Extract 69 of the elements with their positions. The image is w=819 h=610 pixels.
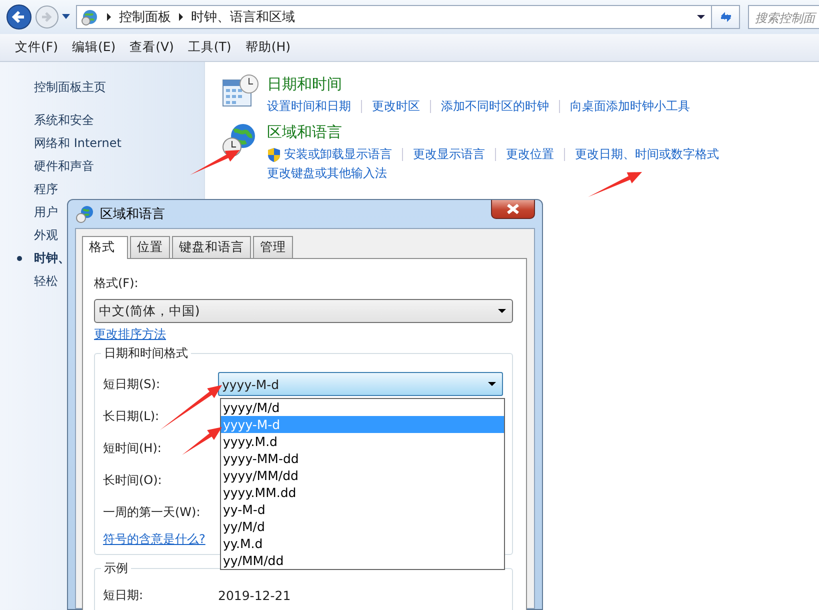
menu-item[interactable]: 工具(T) bbox=[180, 37, 238, 58]
menu-item[interactable]: 查看(V) bbox=[122, 37, 181, 58]
date-format-dropdown[interactable]: yyyy-M-d bbox=[218, 372, 503, 396]
dropdown-option[interactable]: yy/MM/dd bbox=[221, 552, 504, 569]
dropdown-option[interactable]: yy-M-d bbox=[221, 501, 504, 518]
sidebar-item[interactable]: 轻松 bbox=[34, 273, 58, 290]
dropdown-option[interactable]: yyyy.M.d bbox=[221, 433, 504, 450]
field-label: 短日期(S): bbox=[103, 376, 162, 392]
task-link[interactable]: 更改时区 bbox=[372, 98, 420, 115]
field-label: 长时间(O): bbox=[103, 472, 163, 488]
sidebar-item[interactable]: 程序 bbox=[34, 181, 58, 198]
search-field[interactable]: 搜索控制面 bbox=[748, 5, 819, 29]
task-link[interactable]: 设置时间和日期 bbox=[267, 98, 351, 115]
sidebar-item[interactable]: 控制面板主页 bbox=[34, 79, 106, 96]
tab[interactable]: 位置 bbox=[130, 236, 170, 258]
control-panel-icon bbox=[81, 8, 99, 26]
dropdown-option[interactable]: yyyy.MM.dd bbox=[221, 484, 504, 501]
task-link[interactable]: 更改显示语言 bbox=[413, 146, 485, 163]
sort-link[interactable]: 更改排序方法 bbox=[94, 326, 166, 343]
history-dropdown-icon[interactable] bbox=[62, 14, 70, 20]
help-link[interactable]: 符号的含意是什么? bbox=[103, 531, 206, 548]
bullet-icon bbox=[17, 256, 22, 261]
breadcrumb[interactable]: 控制面板 bbox=[119, 8, 171, 26]
back-button[interactable] bbox=[6, 4, 32, 30]
chevron-icon[interactable] bbox=[179, 13, 183, 21]
group-title: 示例 bbox=[101, 560, 131, 577]
task-link[interactable]: 更改日期、时间或数字格式 bbox=[575, 146, 719, 163]
tab[interactable]: 键盘和语言 bbox=[172, 236, 251, 258]
sidebar-item[interactable]: 网络和 Internet bbox=[34, 135, 122, 152]
close-icon bbox=[506, 204, 520, 214]
annotation-arrow bbox=[190, 150, 240, 175]
menu-item[interactable]: 帮助(H) bbox=[238, 37, 298, 58]
sidebar-item[interactable]: 时钟、 bbox=[34, 250, 70, 267]
breadcrumb[interactable]: 时钟、语言和区域 bbox=[191, 8, 295, 26]
dropdown-option[interactable]: yyyy/MM/dd bbox=[221, 467, 504, 484]
task-link[interactable]: 向桌面添加时钟小工具 bbox=[570, 98, 690, 115]
category-title[interactable]: 日期和时间 bbox=[267, 75, 690, 94]
globe-clock-icon bbox=[76, 205, 94, 223]
task-link[interactable]: 更改键盘或其他输入法 bbox=[267, 165, 387, 182]
example-value: 2019-12-21 bbox=[218, 588, 291, 602]
field-label: 长日期(L): bbox=[103, 408, 160, 424]
refresh-button[interactable] bbox=[712, 5, 740, 29]
dropdown-option[interactable]: yy/M/d bbox=[221, 518, 504, 535]
dropdown-option[interactable]: yyyy-MM-dd bbox=[221, 450, 504, 467]
group-title: 日期和时间格式 bbox=[101, 345, 191, 362]
sidebar-item[interactable]: 硬件和声音 bbox=[34, 158, 94, 175]
tab[interactable]: 管理 bbox=[253, 236, 293, 258]
dropdown-icon[interactable] bbox=[697, 15, 705, 19]
menu-item[interactable]: 编辑(E) bbox=[64, 37, 123, 58]
chevron-icon[interactable] bbox=[107, 13, 111, 21]
sidebar-item[interactable]: 外观 bbox=[34, 227, 58, 244]
sidebar-item[interactable]: 系统和安全 bbox=[34, 112, 94, 129]
menu-item[interactable]: 文件(F) bbox=[8, 37, 65, 58]
address-bar[interactable]: 控制面板 时钟、语言和区域 bbox=[76, 5, 712, 29]
dropdown-option[interactable]: yy.M.d bbox=[221, 535, 504, 552]
dialog-title: 区域和语言 bbox=[100, 206, 165, 223]
category-title[interactable]: 区域和语言 bbox=[267, 123, 719, 142]
task-link[interactable]: 更改位置 bbox=[506, 146, 554, 163]
example-label: 短日期: bbox=[103, 586, 144, 604]
field-label: 一周的第一天(W): bbox=[103, 504, 202, 520]
task-link[interactable]: 添加不同时区的时钟 bbox=[441, 98, 549, 115]
sidebar-item[interactable]: 用户 bbox=[34, 204, 58, 221]
format-dropdown[interactable]: 中文(简体，中国) bbox=[94, 299, 513, 323]
annotation-arrow bbox=[588, 172, 642, 197]
close-button[interactable] bbox=[491, 200, 535, 219]
field-label: 短时间(H): bbox=[103, 440, 162, 456]
tab[interactable]: 格式 bbox=[82, 236, 128, 259]
task-link[interactable]: 安装或卸载显示语言 bbox=[267, 146, 392, 163]
dropdown-option[interactable]: yyyy/M/d bbox=[221, 399, 504, 416]
